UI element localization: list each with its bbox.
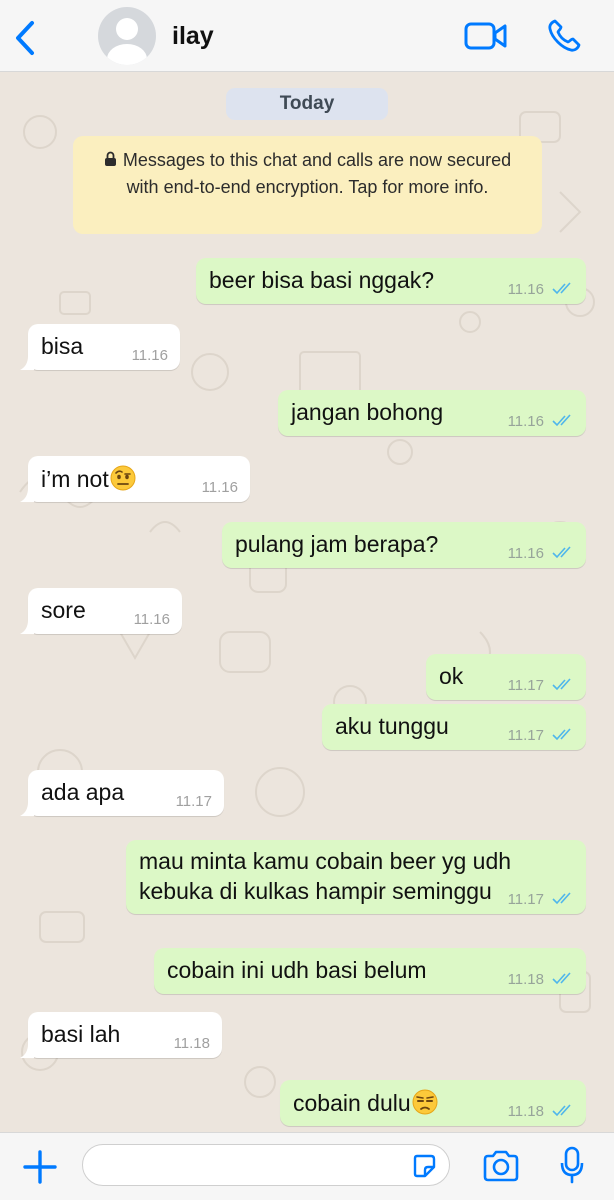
message-incoming[interactable]: bisa 11.16 xyxy=(20,324,180,370)
message-outgoing[interactable]: jangan bohong 11.16 xyxy=(278,390,586,436)
sticker-icon[interactable] xyxy=(411,1153,437,1179)
message-incoming[interactable]: i’m not 11.16 xyxy=(20,456,250,502)
message-time: 11.17 xyxy=(175,793,212,810)
message-time: 11.16 xyxy=(131,347,168,364)
unamused-face-emoji-icon xyxy=(412,1089,438,1115)
message-outgoing[interactable]: beer bisa basi nggak? 11.16 xyxy=(196,258,586,304)
bubble-tail xyxy=(20,802,34,816)
lock-icon xyxy=(104,151,116,166)
bubble-tail xyxy=(20,488,34,502)
message-incoming[interactable]: sore 11.16 xyxy=(20,588,182,634)
message-time: 11.18 xyxy=(507,971,544,988)
message-outgoing[interactable]: mau minta kamu cobain beer yg udh kebuka… xyxy=(126,840,586,914)
camera-icon[interactable] xyxy=(482,1150,520,1182)
read-receipt-icon xyxy=(552,1104,571,1117)
raised-eyebrow-emoji-icon xyxy=(110,465,136,491)
message-outgoing[interactable]: cobain dulu 11.18 xyxy=(280,1080,586,1126)
message-text: pulang jam berapa? xyxy=(235,531,439,557)
message-text: jangan bohong xyxy=(291,399,444,425)
message-time: 11.16 xyxy=(201,479,238,496)
message-text: cobain ini udh basi belum xyxy=(167,957,427,983)
message-text: ok xyxy=(439,663,464,689)
read-receipt-icon xyxy=(552,414,571,427)
message-time: 11.17 xyxy=(507,677,544,694)
microphone-icon[interactable] xyxy=(560,1146,584,1184)
video-call-icon[interactable] xyxy=(464,20,508,52)
message-input-bar xyxy=(0,1132,614,1200)
message-text: aku tunggu xyxy=(335,713,449,739)
message-time: 11.16 xyxy=(507,281,544,298)
message-text: basi lah xyxy=(41,1021,121,1047)
message-text: sore xyxy=(41,597,86,623)
bubble-tail xyxy=(20,356,34,370)
read-receipt-icon xyxy=(552,678,571,691)
message-outgoing[interactable]: cobain ini udh basi belum 11.18 xyxy=(154,948,586,994)
message-time: 11.17 xyxy=(507,891,544,908)
avatar-placeholder-icon xyxy=(107,18,147,65)
message-outgoing[interactable]: pulang jam berapa? 11.16 xyxy=(222,522,586,568)
message-time: 11.16 xyxy=(133,611,170,628)
phone-icon[interactable] xyxy=(546,18,582,54)
message-time: 11.17 xyxy=(507,727,544,744)
encryption-text: Messages to this chat and calls are now … xyxy=(122,150,512,197)
date-separator: Today xyxy=(226,88,388,120)
avatar[interactable] xyxy=(98,7,156,65)
read-receipt-icon xyxy=(552,972,571,985)
bubble-tail xyxy=(20,620,34,634)
chat-area[interactable]: Today Messages to this chat and calls ar… xyxy=(0,72,614,1132)
message-outgoing[interactable]: aku tunggu 11.17 xyxy=(322,704,586,750)
back-chevron-icon[interactable] xyxy=(10,20,40,56)
message-field[interactable] xyxy=(82,1144,450,1186)
message-time: 11.18 xyxy=(507,1103,544,1120)
message-text: ada apa xyxy=(41,779,125,805)
chat-header: ilay xyxy=(0,0,614,72)
message-incoming[interactable]: basi lah 11.18 xyxy=(20,1012,222,1058)
plus-icon[interactable] xyxy=(22,1149,58,1185)
message-time: 11.16 xyxy=(507,545,544,562)
message-incoming[interactable]: ada apa 11.17 xyxy=(20,770,224,816)
bubble-tail xyxy=(20,1044,34,1058)
contact-name[interactable]: ilay xyxy=(172,22,214,51)
read-receipt-icon xyxy=(552,892,571,905)
read-receipt-icon xyxy=(552,546,571,559)
message-text: i’m not xyxy=(41,466,109,492)
message-text: bisa xyxy=(41,333,84,359)
read-receipt-icon xyxy=(552,282,571,295)
message-outgoing[interactable]: ok 11.17 xyxy=(426,654,586,700)
message-time: 11.18 xyxy=(173,1035,210,1052)
encryption-notice[interactable]: Messages to this chat and calls are now … xyxy=(73,136,542,234)
message-time: 11.16 xyxy=(507,413,544,430)
read-receipt-icon xyxy=(552,728,571,741)
message-text: beer bisa basi nggak? xyxy=(209,267,435,293)
message-input[interactable] xyxy=(97,1153,401,1179)
message-text: cobain dulu xyxy=(293,1090,411,1116)
